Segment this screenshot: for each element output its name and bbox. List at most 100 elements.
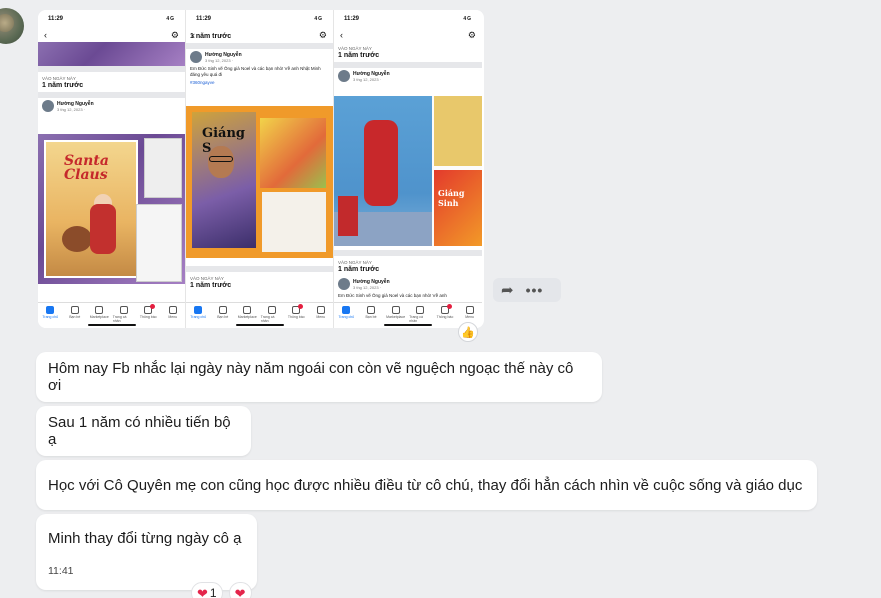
nav-menu: Menu bbox=[310, 306, 332, 319]
artwork-text: Giáng Sinh bbox=[438, 188, 465, 208]
profile-icon bbox=[267, 306, 276, 314]
menu-icon bbox=[465, 306, 474, 314]
phone-screen-2: 11:29 4G ‹ ⚙ 1 năm trước Hường Nguyễn 3 … bbox=[186, 10, 334, 328]
reaction-summary[interactable]: ❤ 1 bbox=[191, 582, 223, 598]
post-text: Em Đức Sinh vẽ Ông già Noel và các bạn n… bbox=[190, 66, 321, 77]
sender-avatar[interactable] bbox=[0, 8, 24, 44]
glasses bbox=[209, 156, 233, 162]
status-time: 11:29 bbox=[196, 16, 212, 22]
santa-sack bbox=[62, 226, 92, 252]
nav-profile: Trang cá nhân bbox=[113, 306, 135, 323]
artwork-text: Santa Claus bbox=[64, 153, 109, 183]
home-icon bbox=[194, 306, 203, 314]
status-time: 11:29 bbox=[48, 16, 64, 22]
post-header: Hường Nguyễn 3 thg 12, 2023 · bbox=[38, 98, 185, 114]
menu-icon bbox=[168, 306, 177, 314]
profile-icon bbox=[119, 306, 128, 314]
marketplace-icon bbox=[243, 306, 252, 314]
nav-home: Trang chủ bbox=[39, 306, 61, 319]
drawing-santa-chimney bbox=[334, 96, 432, 246]
notification-badge bbox=[446, 304, 452, 309]
message-bubble[interactable]: Sau 1 năm có nhiều tiến bộ ạ bbox=[36, 406, 251, 456]
post-hashtag: #360ngayve bbox=[190, 79, 215, 85]
poster-name: Hường Nguyễn bbox=[57, 100, 94, 107]
nav-row: ‹ ⚙ bbox=[38, 28, 185, 42]
home-icon bbox=[46, 306, 55, 314]
phone-screen-3: 11:29 4G ‹ ⚙ VÀO NGÀY NÀY 1 năm trước Hư… bbox=[334, 10, 482, 328]
friends-icon bbox=[70, 306, 79, 314]
message-text: Học với Cô Quyên mẹ con cũng học được nh… bbox=[48, 476, 803, 494]
message-text: Hôm nay Fb nhắc lại ngày này năm ngoái c… bbox=[48, 360, 574, 394]
back-arrow-icon: ‹ bbox=[340, 30, 343, 40]
home-icon bbox=[342, 306, 351, 314]
mailbox bbox=[338, 196, 358, 236]
poster-avatar bbox=[338, 278, 350, 290]
status-time: 11:29 bbox=[344, 16, 360, 22]
home-indicator bbox=[235, 324, 284, 326]
marketplace-icon bbox=[95, 306, 104, 314]
memory-title: 1 năm trước bbox=[338, 266, 380, 273]
friends-icon bbox=[366, 306, 375, 314]
memory-label: VÀO NGÀY NÀY bbox=[42, 76, 76, 81]
memory-card: VÀO NGÀY NÀY 1 năm trước Hường Nguyễn 3 … bbox=[334, 250, 482, 300]
memory-title: 1 năm trước bbox=[338, 52, 380, 59]
drawing-santa bbox=[260, 118, 326, 188]
nav-marketplace: Marketplace bbox=[385, 306, 407, 319]
message-timestamp: 11:41 bbox=[48, 565, 74, 577]
share-icon[interactable]: ➦ bbox=[501, 283, 514, 298]
nav-home: Trang chủ bbox=[335, 306, 357, 319]
thumbs-up-icon[interactable]: 👍 bbox=[458, 322, 478, 342]
gear-icon: ⚙ bbox=[318, 29, 327, 40]
memory-title: 1 năm trước bbox=[42, 82, 84, 89]
side-drawing-2 bbox=[136, 204, 182, 282]
marketplace-icon bbox=[391, 306, 400, 314]
message-bubble[interactable]: Hôm nay Fb nhắc lại ngày này năm ngoái c… bbox=[36, 352, 602, 402]
memory-title: 1 năm trước bbox=[190, 282, 232, 289]
memory-title: 1 năm trước bbox=[190, 33, 232, 40]
gear-icon: ⚙ bbox=[170, 29, 179, 40]
shared-screenshot-image[interactable]: 11:29 4G ‹ ⚙ VÀO NGÀY NÀY 1 năm trước Hư… bbox=[38, 10, 484, 328]
signal-indicator: 4G bbox=[166, 16, 175, 22]
heart-icon: ❤ bbox=[197, 585, 208, 598]
signal-indicator: 4G bbox=[314, 16, 323, 22]
post-artwork-collage: Giáng Sinh bbox=[334, 96, 482, 246]
poster-avatar bbox=[42, 100, 54, 112]
santa-body bbox=[90, 204, 116, 254]
nav-menu: Menu bbox=[459, 306, 481, 319]
nav-friends: Bạn bè bbox=[360, 306, 382, 319]
message-text: Sau 1 năm có nhiều tiến bộ ạ bbox=[48, 414, 231, 448]
nav-friends: Bạn bè bbox=[64, 306, 86, 319]
memory-label: VÀO NGÀY NÀY bbox=[338, 46, 372, 51]
nav-friends: Bạn bè bbox=[212, 306, 234, 319]
bell-icon bbox=[440, 304, 452, 314]
nav-marketplace: Marketplace bbox=[88, 306, 110, 319]
friends-icon bbox=[218, 306, 227, 314]
drawing-kids bbox=[262, 192, 326, 252]
poster-name: Hường Nguyễn bbox=[205, 51, 242, 58]
bell-icon bbox=[292, 304, 304, 314]
signal-indicator: 4G bbox=[463, 16, 472, 22]
back-arrow-icon: ‹ bbox=[44, 30, 47, 40]
notification-badge bbox=[150, 304, 156, 309]
menu-icon bbox=[316, 306, 325, 314]
drawing-kids bbox=[434, 96, 482, 166]
previous-post-image bbox=[38, 42, 185, 66]
side-drawing-1 bbox=[144, 138, 182, 198]
message-actions: ➦ ••• bbox=[493, 278, 561, 302]
memory-card: VÀO NGÀY NÀY 1 năm trước bbox=[186, 266, 333, 292]
post-artwork-santa: Santa Claus bbox=[38, 134, 185, 284]
reaction-bar: ❤ 1 ❤ bbox=[191, 582, 252, 598]
home-indicator bbox=[87, 324, 136, 326]
message-bubble[interactable]: Học với Cô Quyên mẹ con cũng học được nh… bbox=[36, 460, 817, 510]
photo-boy-with-drawing: Giáng S bbox=[192, 112, 256, 248]
nav-home: Trang chủ bbox=[187, 306, 209, 319]
add-reaction-button[interactable]: ❤ bbox=[228, 582, 252, 598]
post-header: Hường Nguyễn 3 thg 12, 2023 · bbox=[186, 49, 333, 65]
more-icon[interactable]: ••• bbox=[526, 283, 544, 297]
heart-icon: ❤ bbox=[234, 585, 246, 598]
boy-face bbox=[208, 146, 234, 178]
santa-painting: Santa Claus bbox=[44, 140, 138, 278]
poster-avatar bbox=[190, 51, 202, 63]
message-bubble[interactable]: Minh thay đổi từng ngày cô ạ 11:41 bbox=[36, 514, 257, 590]
post-text: Em Đức Sinh vẽ Ông già Noel và các bạn n… bbox=[338, 293, 447, 298]
